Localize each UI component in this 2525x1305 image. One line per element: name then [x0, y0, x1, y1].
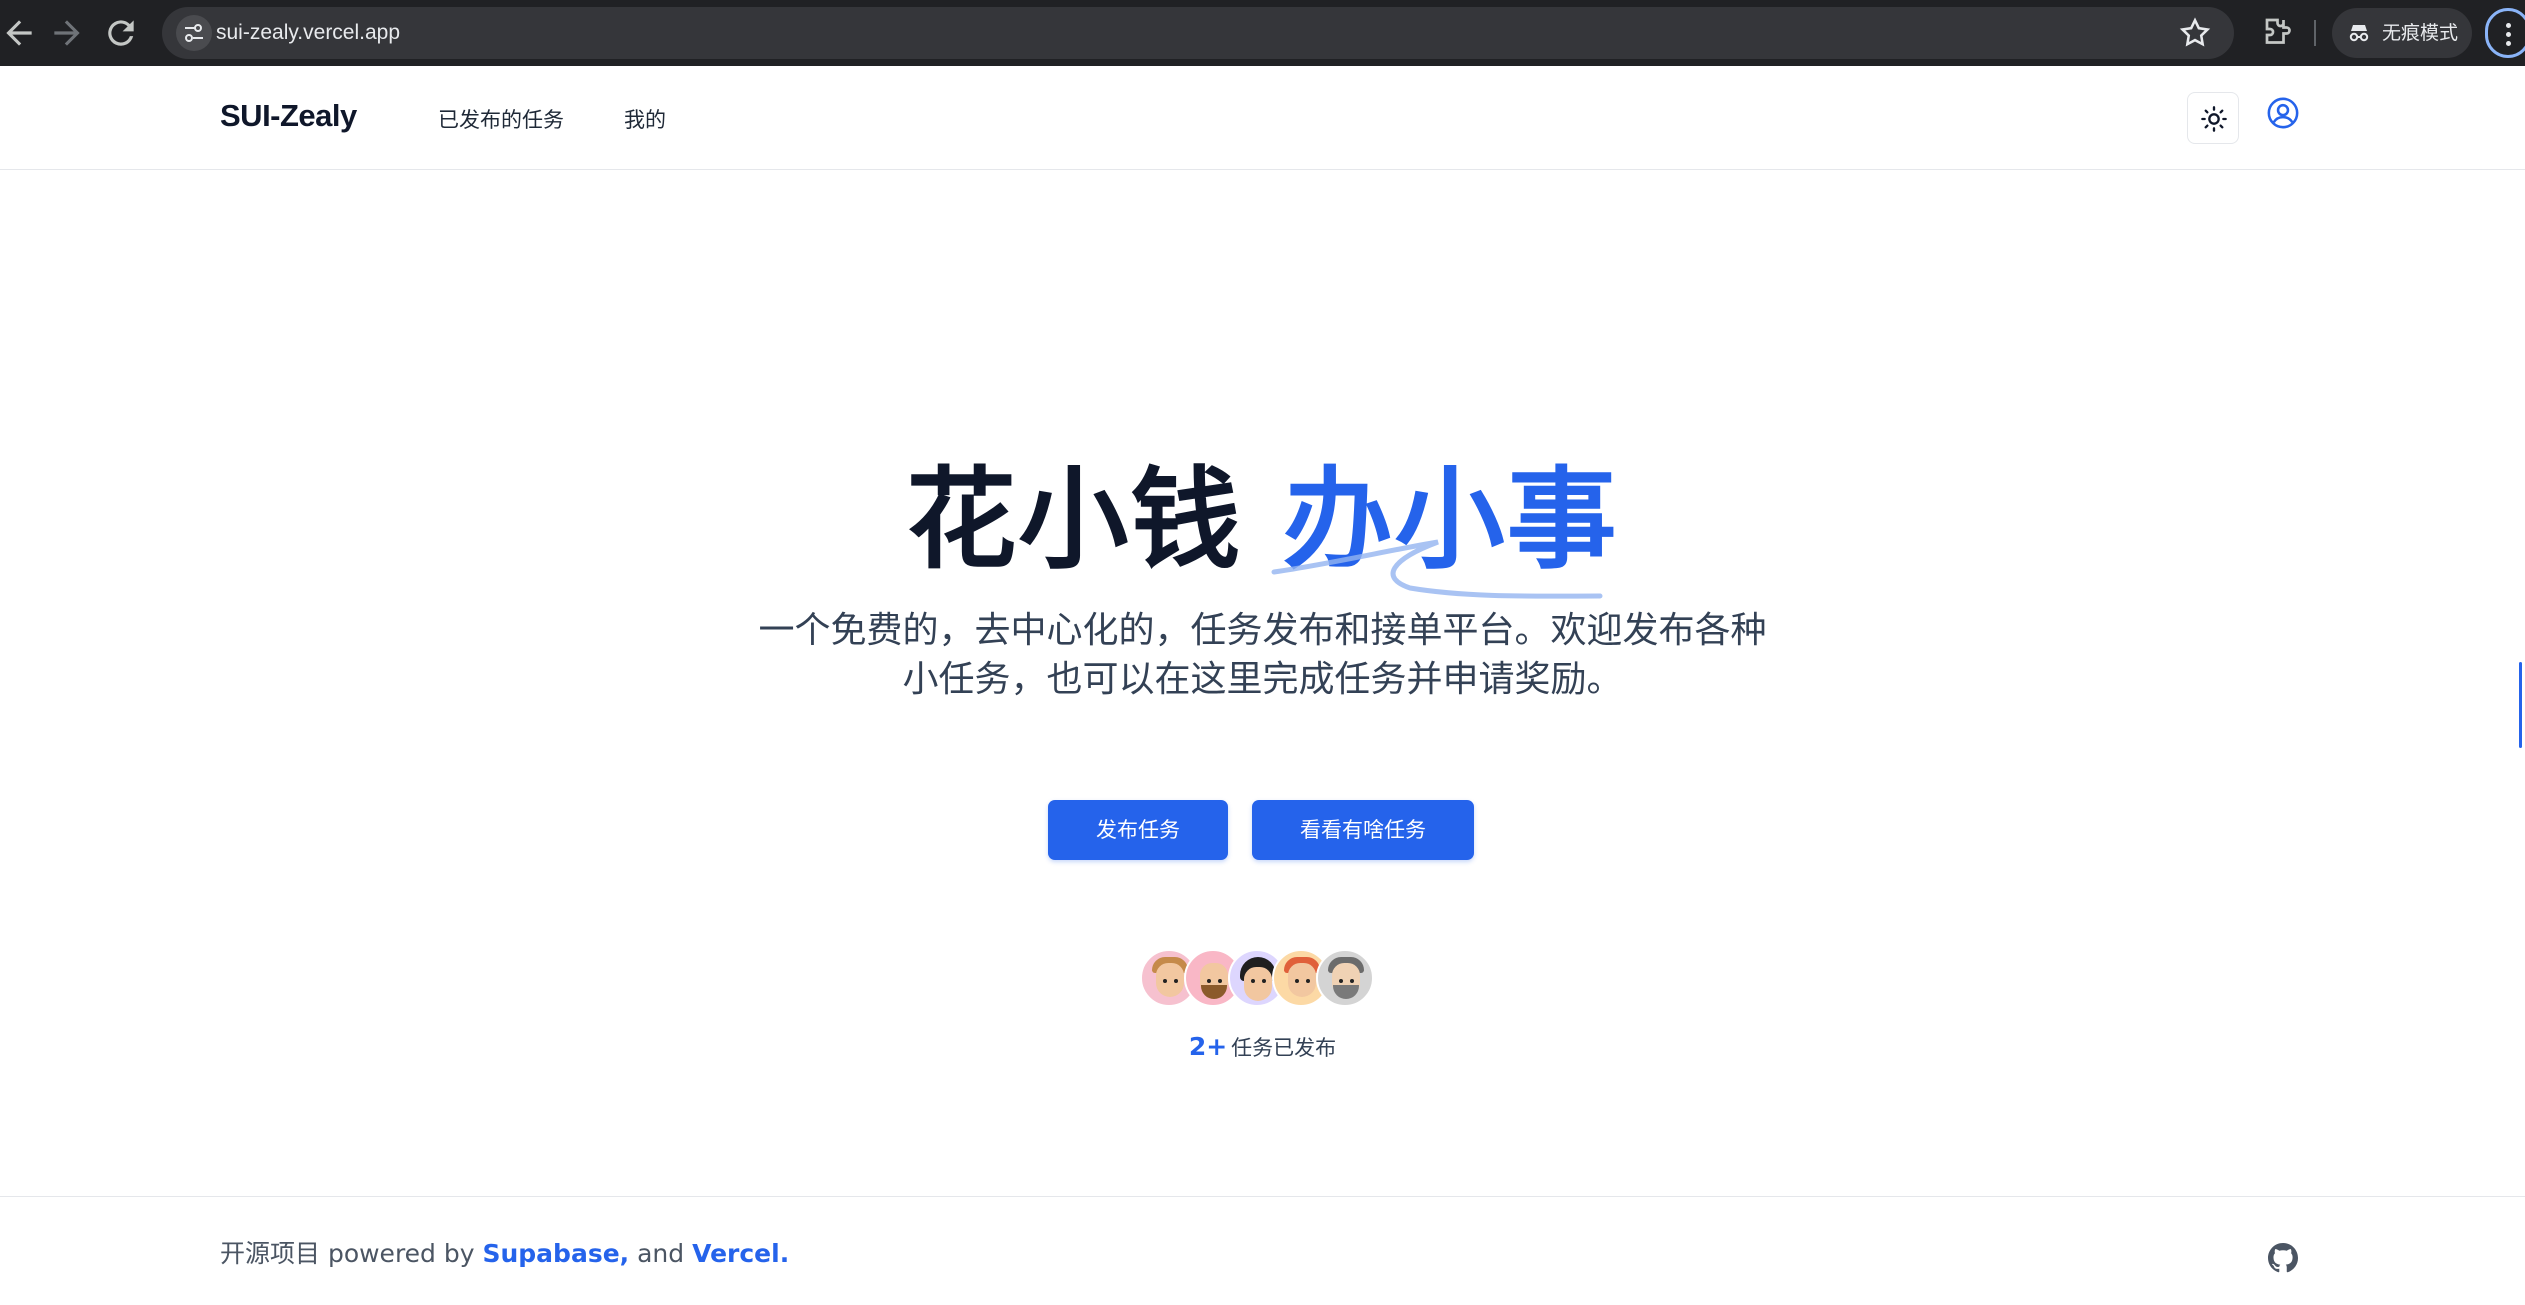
- nav-mine[interactable]: 我的: [624, 104, 666, 134]
- underline-squiggle-decoration: [1271, 539, 1603, 599]
- footer-middle: and: [629, 1239, 693, 1268]
- scrollbar-indicator[interactable]: [2519, 662, 2522, 748]
- hero-subtitle-line-2: 小任务，也可以在这里完成任务并申请奖励。: [902, 659, 1623, 700]
- incognito-icon: [2349, 25, 2369, 42]
- avatar-group: [1140, 949, 1380, 1009]
- forward-arrow-icon[interactable]: [48, 14, 86, 52]
- theme-toggle-button[interactable]: [2187, 92, 2239, 144]
- tasks-published-stat: 2+ 任务已发布: [0, 1032, 2525, 1062]
- stat-label: 任务已发布: [1231, 1036, 1337, 1060]
- github-icon[interactable]: [2268, 1243, 2298, 1273]
- hero-subtitle-line-1: 一个免费的，去中心化的，任务发布和接单平台。欢迎发布各种: [758, 610, 1767, 651]
- site-logo[interactable]: SUI-Zealy: [220, 98, 357, 134]
- toolbar-divider: [2314, 20, 2316, 46]
- sun-icon: [2201, 106, 2227, 132]
- nav-published-tasks[interactable]: 已发布的任务: [438, 104, 564, 134]
- url-text[interactable]: sui-zealy.vercel.app: [216, 7, 400, 59]
- user-circle-icon[interactable]: [2266, 96, 2300, 130]
- site-footer: 开源项目 powered by Supabase, and Vercel.: [0, 1196, 2525, 1305]
- hero-title: 花小钱 办小事: [0, 452, 2525, 588]
- more-menu-icon[interactable]: [2485, 8, 2525, 58]
- extensions-icon[interactable]: [2258, 14, 2294, 50]
- incognito-indicator[interactable]: 无痕模式: [2332, 8, 2472, 58]
- reload-icon[interactable]: [102, 14, 140, 52]
- avatar: [1316, 949, 1374, 1007]
- supabase-link[interactable]: Supabase,: [482, 1239, 629, 1268]
- hero-subtitle: 一个免费的，去中心化的，任务发布和接单平台。欢迎发布各种 小任务，也可以在这里完…: [740, 606, 1785, 704]
- footer-credit: 开源项目 powered by Supabase, and Vercel.: [220, 1234, 789, 1270]
- bookmark-star-icon[interactable]: [2178, 16, 2212, 50]
- publish-task-button[interactable]: 发布任务: [1048, 800, 1228, 860]
- site-header: SUI-Zealy 已发布的任务 我的: [0, 66, 2525, 170]
- browse-tasks-button[interactable]: 看看有啥任务: [1252, 800, 1474, 860]
- stat-number: 2+: [1188, 1032, 1228, 1061]
- browser-toolbar: sui-zealy.vercel.app 无痕模式: [0, 0, 2525, 66]
- incognito-label: 无痕模式: [2382, 22, 2459, 44]
- vercel-link[interactable]: Vercel.: [692, 1239, 789, 1268]
- address-bar[interactable]: sui-zealy.vercel.app: [162, 7, 2234, 59]
- footer-prefix: 开源项目 powered by: [220, 1239, 483, 1268]
- site-settings-icon[interactable]: [176, 15, 212, 51]
- hero-title-dark: 花小钱: [906, 456, 1243, 584]
- back-arrow-icon[interactable]: [0, 14, 38, 52]
